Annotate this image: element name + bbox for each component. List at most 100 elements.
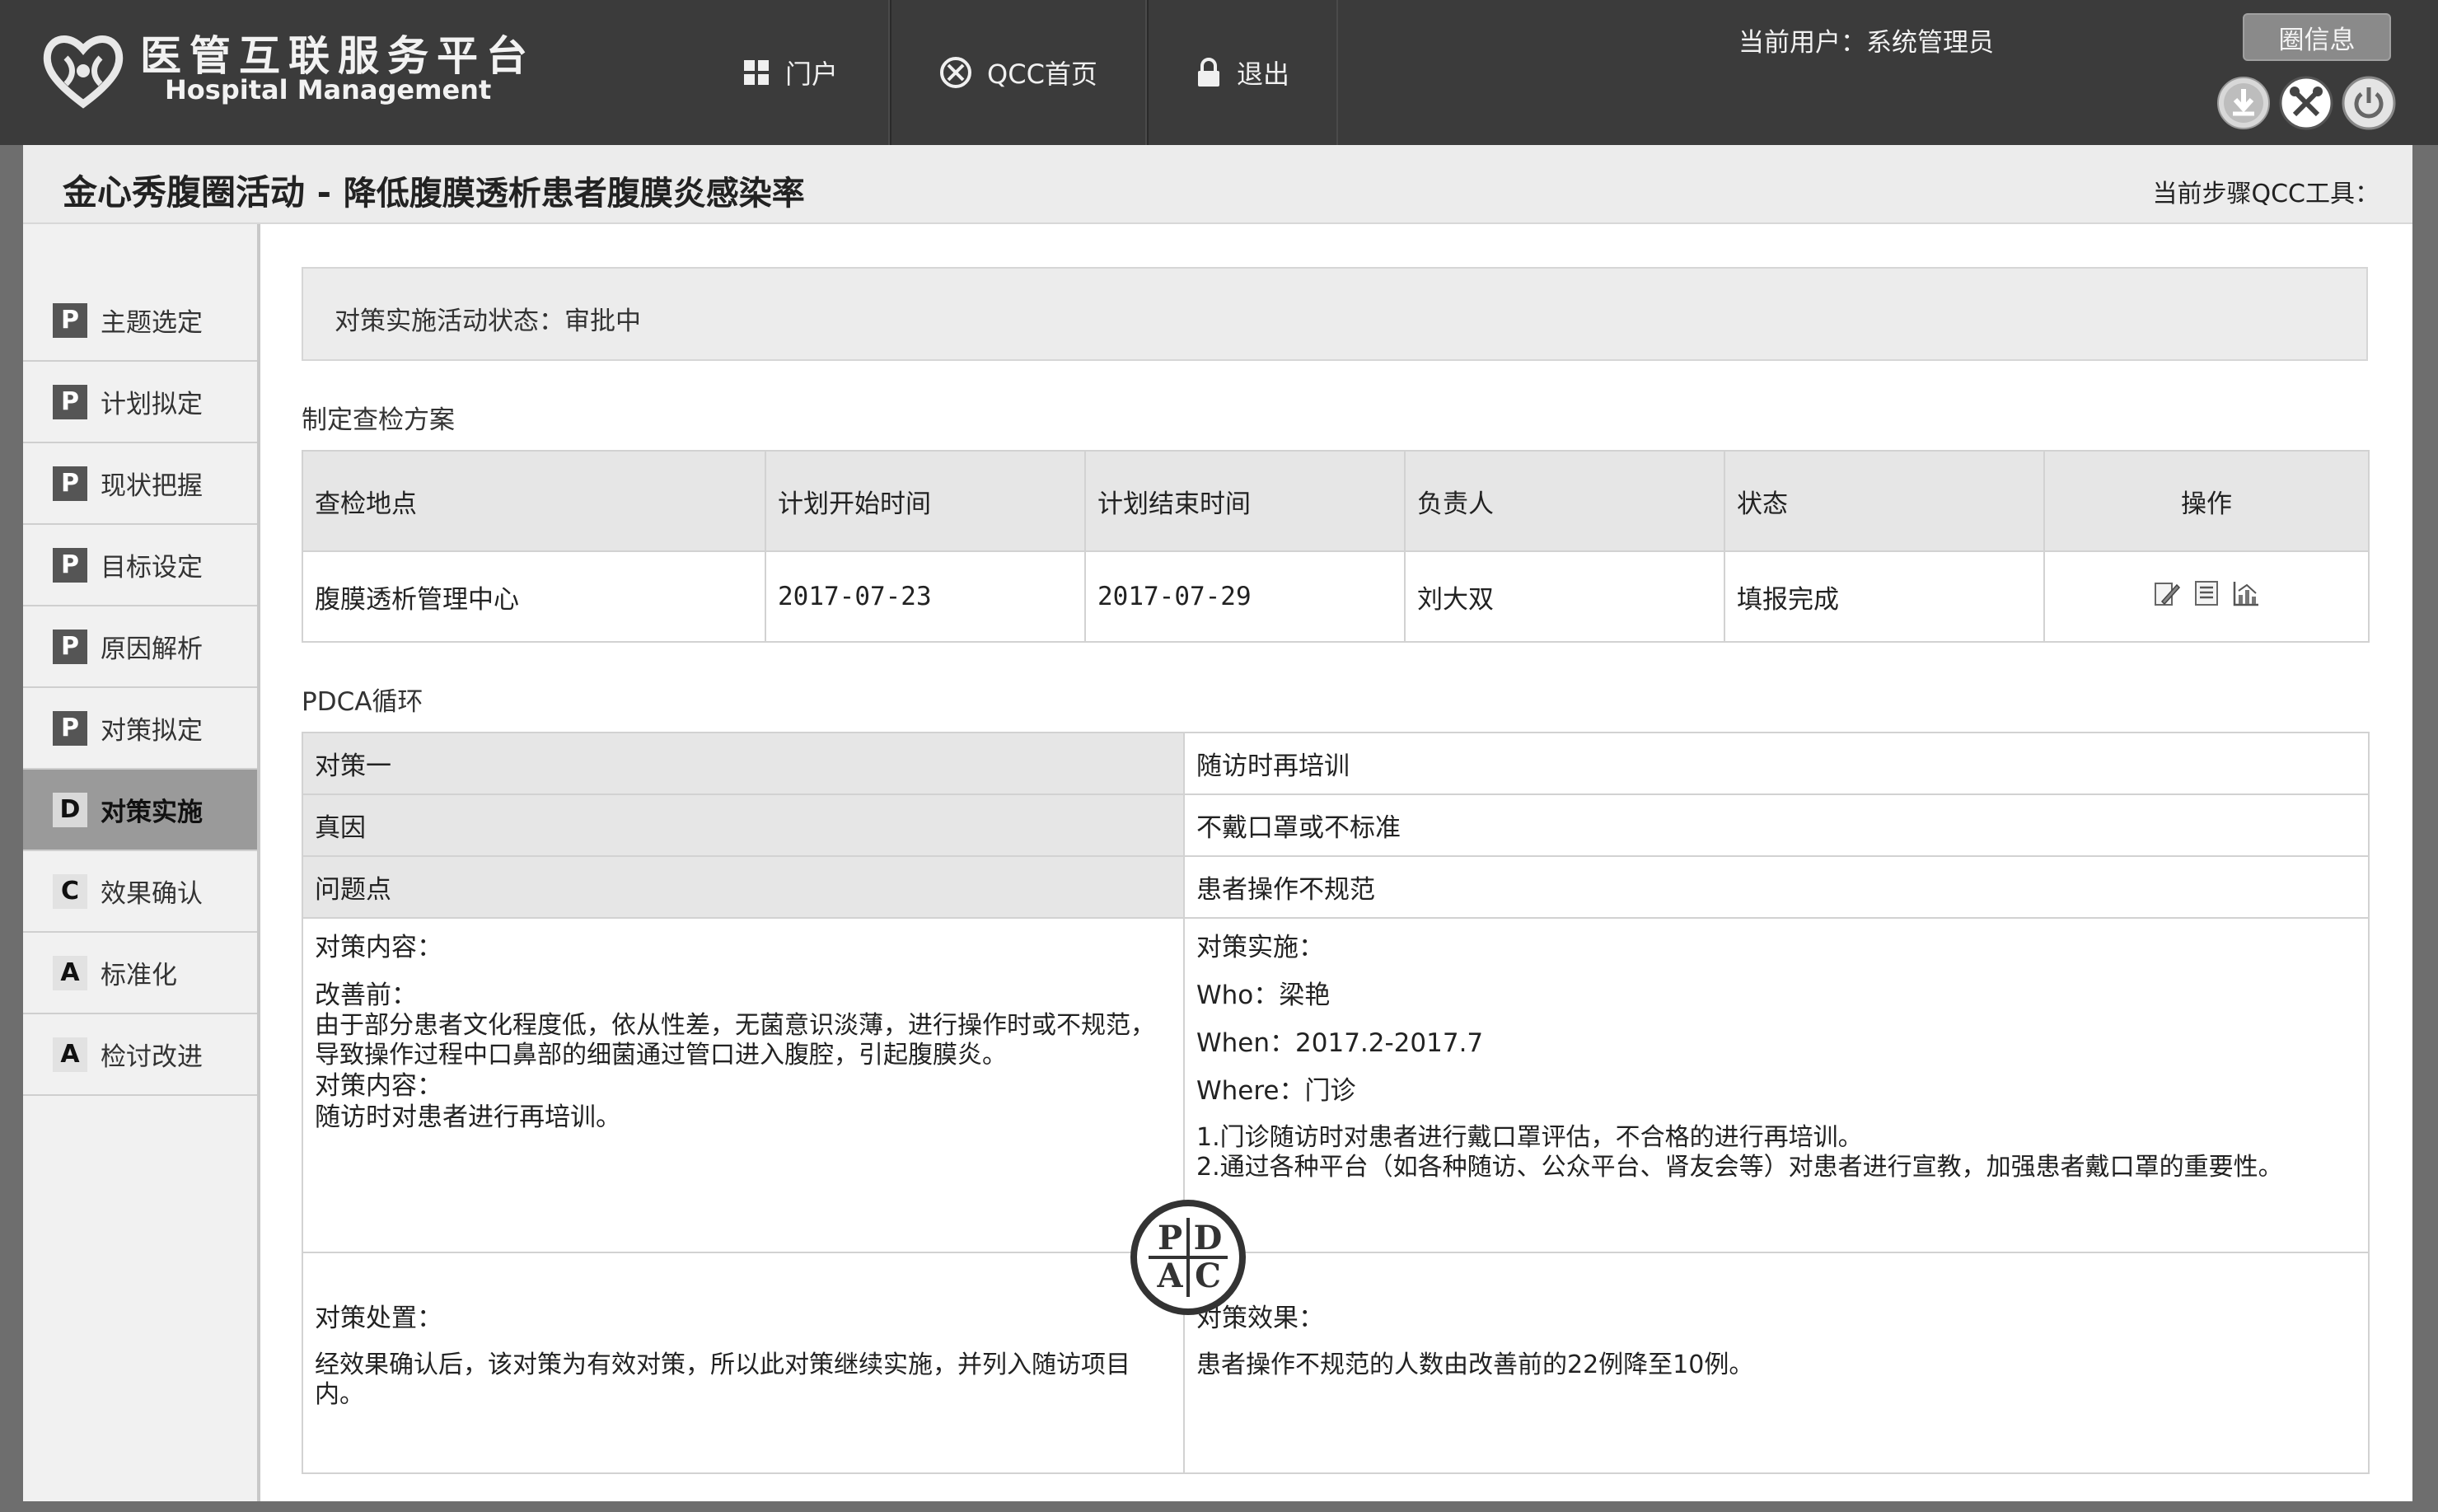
sidebar-item-goal-setting[interactable]: P 目标设定: [23, 525, 257, 606]
effect-heading: 对策效果：: [1196, 1304, 1324, 1333]
pdca-letter-d: D: [1194, 1219, 1223, 1257]
pdca-letter-c: C: [1195, 1257, 1221, 1295]
column-header-start: 计划开始时间: [765, 450, 1086, 552]
measure-text: 随访时对患者进行再培训。: [315, 1102, 621, 1132]
before-label: 改善前：: [315, 981, 417, 1010]
sidebar-item-label: 效果确认: [101, 879, 203, 909]
measure-label: 对策内容：: [315, 1071, 442, 1101]
sidebar-item-label: 对策拟定: [101, 716, 203, 746]
nav-qcc-label: QCC首页: [987, 59, 1097, 90]
phase-badge: P: [53, 466, 87, 501]
sidebar-item-label: 对策实施: [101, 798, 203, 827]
phase-badge: D: [53, 792, 87, 827]
tools-icon[interactable]: [2279, 76, 2333, 130]
root-cause-label: 真因: [302, 793, 1185, 857]
top-nav: 门户 QCC首页 退出: [692, 0, 1338, 145]
sidebar-item-label: 现状把握: [101, 471, 203, 501]
sidebar-item-topic-selection[interactable]: P 主题选定: [23, 280, 257, 362]
pdca-row-root-cause: 真因 不戴口罩或不标准: [302, 793, 2370, 857]
activity-topic: 降低腹膜透析患者腹膜炎感染率: [343, 175, 805, 213]
page-title: 金心秀腹圈活动 - 降低腹膜透析患者腹膜炎感染率: [63, 165, 805, 215]
top-header: 医管互联服务平台 Hospital Management 门户 QCC首页 退出…: [0, 0, 2438, 145]
phase-badge: P: [53, 629, 87, 664]
activity-status-text: 对策实施活动状态：审批中: [335, 307, 641, 336]
activity-title-bar: 金心秀腹圈活动 - 降低腹膜透析患者腹膜炎感染率 当前步骤QCC工具：: [23, 145, 2412, 224]
implementation-cell: 对策实施： Who：梁艳 When：2017.2-2017.7 Where：门诊…: [1183, 917, 2370, 1253]
sidebar-item-plan[interactable]: P 计划拟定: [23, 362, 257, 443]
lock-icon: [1197, 58, 1219, 87]
sidebar-item-label: 标准化: [101, 961, 177, 990]
qcc-icon: [940, 57, 972, 88]
table-header-row: 查检地点 计划开始时间 计划结束时间 负责人 状态 操作: [302, 450, 2370, 552]
implementation-step-1: 1.门诊随访时对患者进行戴口罩评估，不合格的进行再培训。: [1196, 1123, 1863, 1152]
edit-icon[interactable]: [2152, 578, 2182, 608]
effect-text: 患者操作不规范的人数由改善前的22例降至10例。: [1196, 1351, 1754, 1379]
hospital-logo-icon: [43, 35, 124, 109]
download-icon[interactable]: [2216, 76, 2271, 130]
sidebar-item-cause-analysis[interactable]: P 原因解析: [23, 606, 257, 688]
sidebar-item-label: 目标设定: [101, 553, 203, 583]
content-heading: 对策内容：: [315, 933, 442, 962]
cell-start-date: 2017-07-23: [765, 550, 1086, 643]
nav-logout[interactable]: 退出: [1147, 0, 1338, 145]
grid-icon: [743, 60, 769, 85]
title-separator: -: [305, 172, 344, 213]
implementation-when: When：2017.2-2017.7: [1196, 1028, 1484, 1058]
sidebar-item-status-grasp[interactable]: P 现状把握: [23, 443, 257, 525]
activity-status-box: 对策实施活动状态：审批中: [302, 267, 2368, 361]
sidebar-item-label: 检讨改进: [101, 1042, 203, 1072]
sidebar-item-countermeasure-plan[interactable]: P 对策拟定: [23, 688, 257, 770]
implementation-heading: 对策实施：: [1196, 933, 1324, 962]
root-cause-value: 不戴口罩或不标准: [1183, 793, 2370, 857]
countermeasure-label: 对策一: [302, 732, 1185, 795]
pdca-row-problem: 问题点 患者操作不规范: [302, 855, 2370, 919]
phase-badge: A: [53, 1037, 87, 1072]
column-header-location: 查检地点: [302, 450, 766, 552]
sidebar-item-standardization[interactable]: A 标准化: [23, 933, 257, 1014]
column-header-state: 状态: [1724, 450, 2045, 552]
frame-left: [0, 145, 23, 1512]
pdca-letter-a: A: [1156, 1257, 1183, 1295]
list-icon[interactable]: [2192, 578, 2221, 608]
pdca-row-plan-do: 对策内容： 改善前： 由于部分患者文化程度低，依从性差，无菌意识淡薄，进行操作时…: [302, 917, 2370, 1253]
pdca-row-countermeasure: 对策一 随访时再培训: [302, 732, 2370, 795]
main-content: 对策实施活动状态：审批中 制定查检方案 查检地点 计划开始时间 计划结束时间 负…: [260, 224, 2412, 1501]
current-user: 当前用户：系统管理员: [1738, 28, 1994, 58]
phase-badge: P: [53, 547, 87, 583]
phase-badge: A: [53, 955, 87, 990]
pdca-row-check-act: 对策处置： 经效果确认后，该对策为有效对策，所以此对策继续实施，并列入随访项目内…: [302, 1252, 2370, 1474]
nav-portal-label: 门户: [784, 59, 838, 90]
effect-cell: 对策效果： 患者操作不规范的人数由改善前的22例降至10例。: [1183, 1252, 2370, 1474]
qcc-step-sidebar: P 主题选定 P 计划拟定 P 现状把握 P 目标设定 P 原因解析 P 对策拟…: [23, 224, 260, 1501]
pdca-table: 对策一 随访时再培训 真因 不戴口罩或不标准 问题点 患者操作不规范 对策内容：…: [302, 732, 2370, 1474]
column-header-owner: 负责人: [1404, 450, 1725, 552]
implementation-who: Who：梁艳: [1196, 981, 1331, 1010]
circle-info-button[interactable]: 圈信息: [2243, 13, 2391, 61]
sidebar-item-effect-confirmation[interactable]: C 效果确认: [23, 851, 257, 933]
app-subtitle: Hospital Management: [165, 74, 492, 105]
current-step: 当前步骤QCC工具：: [2152, 180, 2380, 208]
power-icon[interactable]: [2342, 76, 2396, 130]
nav-qcc-home[interactable]: QCC首页: [890, 0, 1147, 145]
disposal-cell: 对策处置： 经效果确认后，该对策为有效对策，所以此对策继续实施，并列入随访项目内…: [302, 1252, 1185, 1474]
chart-icon[interactable]: [2231, 578, 2261, 608]
implementation-step-2: 2.通过各种平台（如各种随访、公众平台、肾友会等）对患者进行宣教，加强患者戴口罩…: [1196, 1153, 2283, 1182]
sidebar-item-review-improvement[interactable]: A 检讨改进: [23, 1014, 257, 1096]
column-header-actions: 操作: [2043, 450, 2370, 552]
phase-badge: P: [53, 302, 87, 338]
inspection-section-title: 制定查检方案: [302, 405, 455, 435]
disposal-text: 经效果确认后，该对策为有效对策，所以此对策继续实施，并列入随访项目内。: [315, 1351, 1130, 1409]
countermeasure-content-cell: 对策内容： 改善前： 由于部分患者文化程度低，依从性差，无菌意识淡薄，进行操作时…: [302, 917, 1185, 1253]
inspection-plan-table: 查检地点 计划开始时间 计划结束时间 负责人 状态 操作 腹膜透析管理中心 20…: [302, 450, 2370, 643]
implementation-where: Where：门诊: [1196, 1076, 1356, 1106]
pdca-cycle-logo-icon: P D A C: [1130, 1200, 1246, 1315]
disposal-heading: 对策处置：: [315, 1304, 442, 1333]
sidebar-item-label: 原因解析: [101, 634, 203, 664]
phase-badge: C: [53, 873, 87, 909]
nav-portal[interactable]: 门户: [692, 0, 890, 145]
sidebar-item-countermeasure-implementation[interactable]: D 对策实施: [23, 770, 257, 851]
cell-location: 腹膜透析管理中心: [302, 550, 766, 643]
column-header-end: 计划结束时间: [1084, 450, 1406, 552]
frame-right: [2412, 145, 2438, 1512]
sidebar-item-label: 计划拟定: [101, 390, 203, 419]
